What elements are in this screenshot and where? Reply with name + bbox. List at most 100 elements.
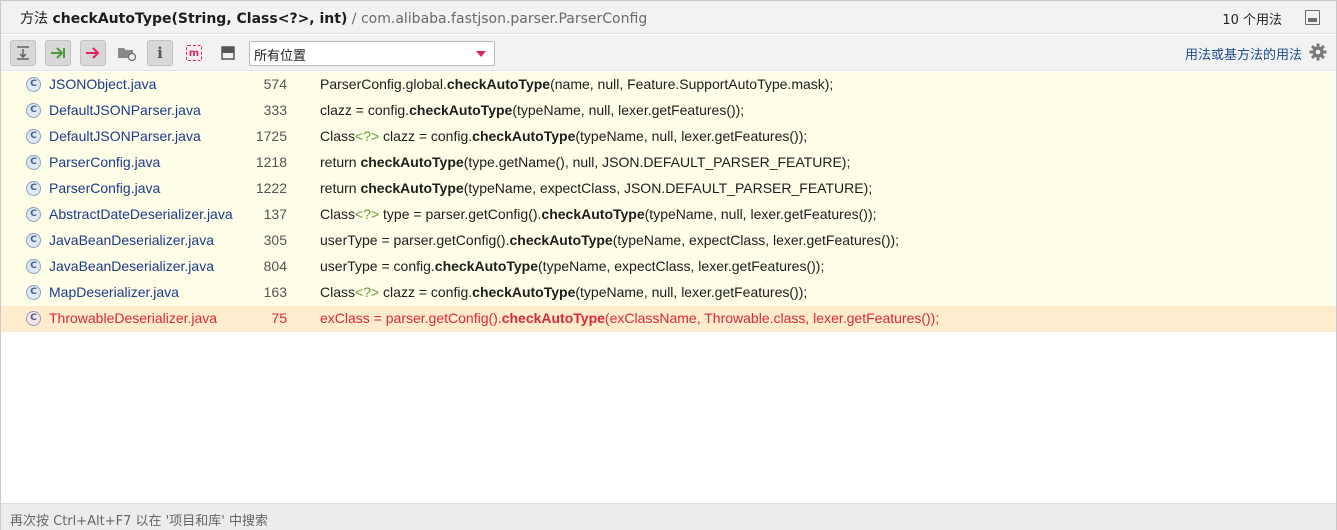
usage-line-number: 804 bbox=[263, 258, 287, 274]
usage-row[interactable]: C JavaBeanDeserializer.java 305 userType = … bbox=[1, 228, 1336, 254]
preview-panel-icon bbox=[221, 46, 235, 60]
code-prefix: return bbox=[320, 180, 361, 196]
code-method-name: checkAutoType bbox=[472, 128, 576, 144]
usages-list: C JSONObject.java 574 ParserConfig.global.c… bbox=[1, 72, 1336, 332]
popup-title: 方法 checkAutoType(String, Class<?>, int) … bbox=[20, 8, 647, 28]
find-usages-popup: 方法 checkAutoType(String, Class<?>, int) … bbox=[0, 0, 1337, 530]
usage-row[interactable]: C MapDeserializer.java 163 Class<?> clazz =… bbox=[1, 280, 1336, 306]
usage-code-snippet: return checkAutoType(type.getName(), nul… bbox=[320, 154, 850, 170]
usage-file-name: MapDeserializer.java bbox=[49, 284, 179, 300]
code-prefix: Class bbox=[320, 206, 356, 222]
title-prefix: 方法 bbox=[20, 11, 48, 27]
usage-count: 10 个用法 bbox=[1222, 13, 1282, 28]
code-prefix: clazz = config. bbox=[320, 102, 410, 118]
package-name: com.alibaba.fastjson.parser.ParserConfig bbox=[360, 11, 648, 27]
usage-line-number: 574 bbox=[263, 76, 287, 92]
code-suffix: (typeName, null, lexer.getFeatures()); bbox=[512, 102, 745, 118]
preview-button[interactable] bbox=[215, 40, 241, 66]
usage-row[interactable]: C JavaBeanDeserializer.java 804 userType = … bbox=[1, 254, 1336, 280]
usage-line-number: 75 bbox=[271, 310, 287, 326]
class-icon: C bbox=[26, 103, 41, 118]
usage-row[interactable]: C ThrowableDeserializer.java 75 exClass = p… bbox=[1, 306, 1336, 332]
status-bar: 再次按 Ctrl+Alt+F7 以在 '项目和库' 中搜索 bbox=[1, 503, 1336, 530]
usage-line-number: 305 bbox=[263, 232, 287, 248]
code-prefix-rest: type = parser.getConfig(). bbox=[379, 206, 542, 222]
class-icon: C bbox=[26, 311, 41, 326]
usage-code-snippet: return checkAutoType(typeName, expectCla… bbox=[320, 180, 872, 196]
usage-file-name: JavaBeanDeserializer.java bbox=[49, 258, 214, 274]
usage-line-number: 163 bbox=[263, 284, 287, 300]
usage-row[interactable]: C ParserConfig.java 1222 return checkAutoTy… bbox=[1, 176, 1336, 202]
merge-usages-button[interactable] bbox=[10, 40, 36, 66]
class-icon: C bbox=[26, 129, 41, 144]
method-icon: m bbox=[186, 45, 202, 61]
settings-button[interactable] bbox=[1309, 43, 1327, 65]
search-scope-hint: 再次按 Ctrl+Alt+F7 以在 '项目和库' 中搜索 bbox=[10, 514, 268, 529]
gear-icon bbox=[1309, 43, 1327, 61]
show-read-access-button[interactable] bbox=[45, 40, 71, 66]
usage-line-number: 1222 bbox=[255, 180, 287, 196]
usage-file-name: ParserConfig.java bbox=[49, 180, 161, 196]
code-suffix: (typeName, null, lexer.getFeatures()); bbox=[575, 284, 808, 300]
code-prefix: exClass = parser.getConfig(). bbox=[320, 310, 502, 326]
usage-file-name: JavaBeanDeserializer.java bbox=[49, 232, 214, 248]
show-method-button[interactable]: m bbox=[181, 40, 207, 66]
usage-row[interactable]: C AbstractDateDeserializer.java 137 Class<?… bbox=[1, 202, 1336, 228]
code-method-name: checkAutoType bbox=[509, 232, 613, 248]
info-icon: i bbox=[157, 44, 163, 62]
usage-row[interactable]: C ParserConfig.java 1218 return checkAutoTy… bbox=[1, 150, 1336, 176]
write-access-icon bbox=[86, 47, 100, 59]
code-prefix: Class bbox=[320, 128, 356, 144]
usage-code-snippet: Class<?> clazz = config.checkAutoType(ty… bbox=[320, 128, 807, 144]
usage-code-snippet: Class<?> clazz = config.checkAutoType(ty… bbox=[320, 284, 807, 300]
toolbar: i m 所有位置 用法或基方法的用法 bbox=[1, 35, 1336, 71]
class-icon: C bbox=[26, 155, 41, 170]
usage-row[interactable]: C DefaultJSONParser.java 1725 Class<?> claz… bbox=[1, 124, 1336, 150]
show-info-button[interactable]: i bbox=[147, 40, 173, 66]
usage-code-snippet: clazz = config.checkAutoType(typeName, n… bbox=[320, 102, 744, 118]
code-suffix: (type.getName(), null, JSON.DEFAULT_PARS… bbox=[463, 154, 851, 170]
usage-file-name: DefaultJSONParser.java bbox=[49, 102, 201, 118]
code-prefix: ParserConfig.global. bbox=[320, 76, 447, 92]
code-method-name: checkAutoType bbox=[409, 102, 513, 118]
usage-code-snippet: exClass = parser.getConfig().checkAutoTy… bbox=[320, 310, 939, 326]
code-prefix-rest: clazz = config. bbox=[379, 128, 473, 144]
folder-filter-icon bbox=[118, 48, 137, 61]
code-prefix: userType = parser.getConfig(). bbox=[320, 232, 510, 248]
usage-file-name: ThrowableDeserializer.java bbox=[49, 310, 218, 326]
usages-of-base-methods-link[interactable]: 用法或基方法的用法 bbox=[1185, 44, 1302, 63]
usage-file-name: JSONObject.java bbox=[49, 76, 157, 92]
class-icon: C bbox=[26, 77, 41, 92]
class-icon: C bbox=[26, 285, 41, 300]
code-prefix: userType = config. bbox=[320, 258, 435, 274]
filter-directory-button[interactable] bbox=[114, 40, 140, 66]
code-generic: <?> bbox=[355, 206, 380, 222]
class-icon: C bbox=[26, 259, 41, 274]
code-suffix: (typeName, expectClass, lexer.getFeature… bbox=[612, 232, 900, 248]
code-method-name: checkAutoType bbox=[472, 284, 576, 300]
code-prefix: return bbox=[320, 154, 361, 170]
code-method-name: checkAutoType bbox=[446, 76, 551, 92]
usage-line-number: 333 bbox=[263, 102, 287, 118]
usage-code-snippet: Class<?> type = parser.getConfig().check… bbox=[320, 206, 877, 222]
code-suffix: (exClassName, Throwable.class, lexer.get… bbox=[604, 310, 940, 326]
title-bar: 方法 checkAutoType(String, Class<?>, int) … bbox=[1, 1, 1336, 34]
scope-select-value: 所有位置 bbox=[254, 49, 307, 64]
pin-window-icon[interactable] bbox=[1305, 10, 1320, 25]
code-prefix-rest: clazz = config. bbox=[379, 284, 473, 300]
usage-line-number: 137 bbox=[263, 206, 287, 222]
chevron-down-icon bbox=[476, 51, 486, 57]
class-icon: C bbox=[26, 181, 41, 196]
code-suffix: (typeName, null, lexer.getFeatures()); bbox=[575, 128, 808, 144]
usage-code-snippet: userType = parser.getConfig().checkAutoT… bbox=[320, 232, 899, 248]
usage-code-snippet: userType = config.checkAutoType(typeName… bbox=[320, 258, 824, 274]
scope-select[interactable]: 所有位置 bbox=[249, 41, 495, 66]
class-icon: C bbox=[26, 207, 41, 222]
show-write-access-button[interactable] bbox=[80, 40, 106, 66]
code-method-name: checkAutoType bbox=[541, 206, 645, 222]
code-suffix: (typeName, null, lexer.getFeatures()); bbox=[644, 206, 877, 222]
usage-row[interactable]: C JSONObject.java 574 ParserConfig.global.c… bbox=[1, 72, 1336, 98]
code-generic: <?> bbox=[355, 284, 380, 300]
code-suffix: (typeName, expectClass, JSON.DEFAULT_PAR… bbox=[463, 180, 873, 196]
usage-row[interactable]: C DefaultJSONParser.java 333 clazz = config… bbox=[1, 98, 1336, 124]
